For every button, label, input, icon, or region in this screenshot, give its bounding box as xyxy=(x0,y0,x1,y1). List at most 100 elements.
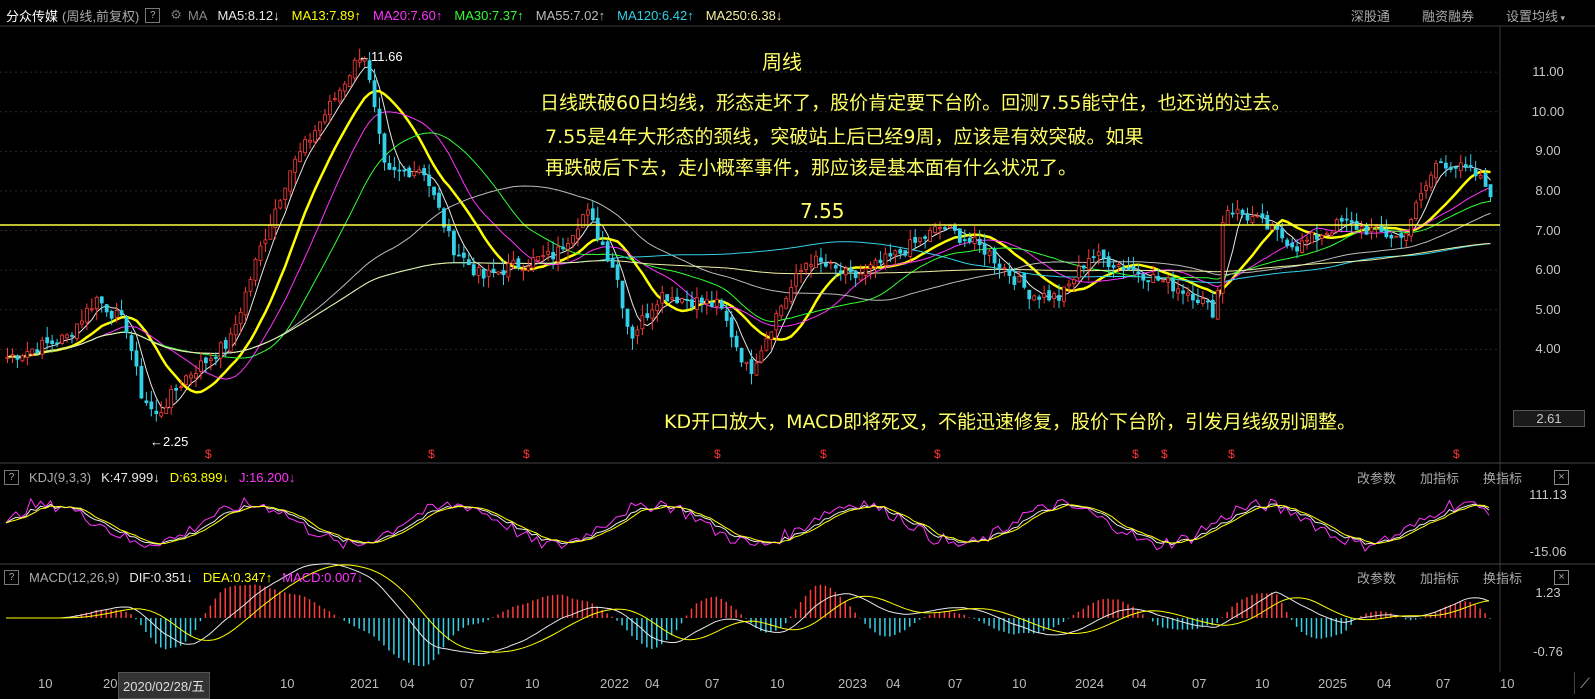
candle-body xyxy=(1320,235,1324,239)
candle-body xyxy=(422,168,427,176)
candle-body xyxy=(1106,256,1111,268)
candle-body xyxy=(610,258,615,268)
candle-body xyxy=(1022,273,1027,288)
candle-body xyxy=(526,266,531,271)
candle-body xyxy=(858,273,863,281)
macd-edit-params-button[interactable]: 改参数 xyxy=(1357,568,1396,587)
candle-body xyxy=(1310,231,1314,244)
kdj-add-indicator-button[interactable]: 加指标 xyxy=(1420,468,1459,487)
candle-body xyxy=(749,359,754,374)
candle-body xyxy=(1116,264,1121,268)
candle-body xyxy=(447,226,451,232)
candle-body xyxy=(1230,212,1235,215)
candle-body xyxy=(1146,280,1151,283)
candle-body xyxy=(739,347,744,363)
candle-body xyxy=(1091,256,1096,258)
candle-body xyxy=(40,340,45,355)
candle-body xyxy=(159,412,164,417)
dividend-marker: $ xyxy=(1453,447,1460,461)
candle-body xyxy=(1324,232,1329,235)
price-axis-label-1: 10.00 xyxy=(1531,103,1565,119)
candle-body xyxy=(1483,172,1488,187)
candle-body xyxy=(576,228,580,239)
candle-body xyxy=(387,162,392,170)
candle-body xyxy=(75,323,79,339)
kdj-edit-params-button[interactable]: 改参数 xyxy=(1357,468,1396,487)
candle-body xyxy=(1478,174,1483,179)
candle-body xyxy=(392,167,397,171)
kdj-close-icon[interactable]: × xyxy=(1554,469,1569,485)
candle-body xyxy=(99,296,104,304)
candle-body xyxy=(278,200,283,209)
candle-body xyxy=(1136,271,1141,275)
candle-body xyxy=(828,262,833,265)
level-label: 7.55 xyxy=(800,199,845,223)
candle-body xyxy=(1458,162,1463,172)
kdj-help-button[interactable]: ? xyxy=(4,469,19,485)
candle-body xyxy=(883,253,888,266)
candle-body xyxy=(590,208,595,221)
macd-close-icon[interactable]: × xyxy=(1554,569,1569,585)
candle-body xyxy=(506,263,511,278)
macd-dea: DEA:0.347↑ xyxy=(202,569,273,585)
candle-body xyxy=(476,267,481,276)
candle-body xyxy=(129,335,134,352)
candle-body xyxy=(1131,265,1136,270)
kdj-axis-bottom: -15.06 xyxy=(1529,544,1567,559)
candle-body xyxy=(511,259,516,265)
candle-body xyxy=(1285,239,1290,246)
kdj-label[interactable]: KDJ(9,3,3) xyxy=(29,470,91,485)
candle-body xyxy=(848,267,853,273)
candle-body xyxy=(556,246,560,263)
candle-body xyxy=(987,250,992,256)
macd-switch-indicator-button[interactable]: 换指标 xyxy=(1483,568,1522,587)
candle-body xyxy=(938,227,942,230)
candle-body xyxy=(1344,218,1349,221)
candle-body xyxy=(1186,292,1190,296)
candle-body xyxy=(630,326,635,339)
candle-body xyxy=(1235,208,1240,214)
candle-body xyxy=(1200,298,1205,304)
candle-body xyxy=(1463,164,1468,168)
kdj-axis-top: 111.13 xyxy=(1529,487,1567,502)
candle-body xyxy=(1047,290,1051,301)
candle-body xyxy=(843,268,848,276)
candle-body xyxy=(1101,249,1106,259)
price-axis-label-7: 4.00 xyxy=(1535,341,1561,357)
candle-body xyxy=(868,264,873,269)
candle-body xyxy=(114,310,119,318)
candle-body xyxy=(1225,210,1230,226)
candle-body xyxy=(1424,185,1428,191)
date-axis-label-0: 10 xyxy=(38,676,53,691)
candle-body xyxy=(566,243,570,250)
candle-body xyxy=(675,296,679,304)
macd-axis-top: 1.23 xyxy=(1535,585,1561,600)
candle-body xyxy=(695,297,699,310)
candle-body xyxy=(124,316,129,334)
macd-value: MACD:0.007↓ xyxy=(282,569,364,585)
candle-body xyxy=(1399,233,1404,238)
candle-body xyxy=(799,270,803,273)
candle-body xyxy=(1315,234,1319,240)
candle-body xyxy=(313,130,317,143)
macd-help-button[interactable]: ? xyxy=(4,569,19,585)
kdj-switch-indicator-button[interactable]: 换指标 xyxy=(1483,468,1522,487)
macd-label[interactable]: MACD(12,26,9) xyxy=(29,570,119,585)
candle-body xyxy=(268,225,273,240)
candle-body xyxy=(263,239,268,244)
candle-body xyxy=(665,294,670,302)
candle-body xyxy=(1181,290,1185,294)
candle-body xyxy=(1096,251,1101,256)
scroll-arrow-icon[interactable]: ⟋ xyxy=(1574,672,1595,694)
candle-body xyxy=(1379,225,1384,232)
moving-average-lines xyxy=(7,66,1491,410)
candle-body xyxy=(948,225,952,228)
candle-body xyxy=(60,334,64,344)
candle-body xyxy=(1171,279,1175,292)
macd-add-indicator-button[interactable]: 加指标 xyxy=(1420,568,1459,587)
date-axis-label-3: 2021 xyxy=(350,676,379,691)
candle-body xyxy=(794,273,799,287)
candle-body xyxy=(754,362,759,376)
candle-body xyxy=(149,401,154,410)
candle-body xyxy=(1349,220,1354,223)
